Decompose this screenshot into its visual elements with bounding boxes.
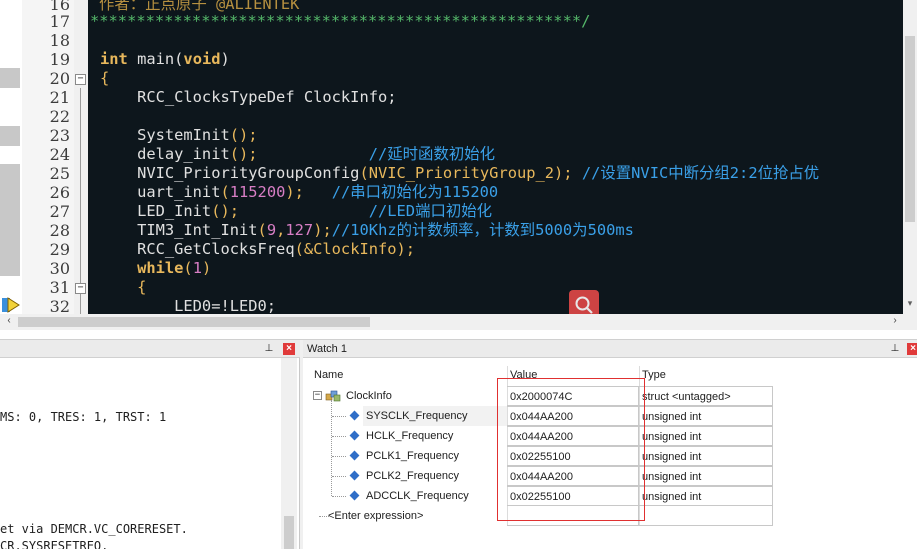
output-line: CR.SYSRESETREQ. [0,539,109,549]
watch-name: ADCCLK_Frequency [366,490,469,502]
tree-guide [332,456,346,457]
watch-name: SYSCLK_Frequency [363,406,507,426]
line-number: 32 [49,297,70,314]
watch-name: HCLK_Frequency [366,430,454,442]
tree-guide [332,496,346,497]
watch-name: PCLK2_Frequency [366,470,459,482]
code-line-21: RCC_ClocksTypeDef ClockInfo; [100,88,397,106]
close-icon[interactable]: × [283,343,295,355]
line-number-gutter: 16 17 18 19 20 21 22 23 24 25 26 27 28 2… [22,0,74,314]
watch-type: unsigned int [639,406,773,426]
watch-type: unsigned int [639,486,773,506]
output-scrollbar[interactable] [281,358,297,549]
code-line-32: LED0=!LED0; [100,297,277,314]
watch-type: struct <untagged> [639,386,773,406]
output-line: et via DEMCR.VC_CORERESET. [0,522,188,536]
fold-gutter [74,0,88,314]
collapse-icon[interactable]: − [313,391,322,400]
margin-marker [0,68,20,88]
code-line-24: delay_init(); //延时函数初始化 [100,145,496,163]
search-icon [575,296,593,314]
scroll-down-icon[interactable]: ▾ [903,298,917,312]
code-line-30: while(1) [100,259,212,277]
line-number: 19 [49,50,70,69]
fold-toggle-icon[interactable]: − [75,74,86,85]
code-line-31: { [100,278,147,296]
line-number: 18 [49,31,70,50]
code-line-19: int main(void) [100,50,230,68]
tree-guide [332,416,346,417]
enter-expression-input[interactable]: <Enter expression> [325,506,507,526]
panel-titlebar: ⊥ × [0,340,300,358]
line-number: 17 [49,12,70,31]
line-number: 23 [49,126,70,145]
scroll-right-icon[interactable]: › [888,315,902,329]
scrollbar-thumb[interactable] [284,516,294,549]
line-number: 20 [49,69,70,88]
panel-titlebar: Watch 1 ⊥ × [303,340,917,358]
code-line-25: NVIC_PriorityGroupConfig(NVIC_PriorityGr… [100,164,820,182]
output-line: MS: 0, TRES: 1, TRST: 1 [0,410,167,424]
line-number: 21 [49,88,70,107]
code-editor[interactable]: 16 17 18 19 20 21 22 23 24 25 26 27 28 2… [0,0,917,314]
code-line-17: ****************************************… [90,12,591,30]
highlight-annotation-box [497,378,645,521]
close-icon[interactable]: × [907,343,917,355]
line-number: 30 [49,259,70,278]
margin-marker [0,164,20,276]
pin-icon[interactable]: ⊥ [263,343,275,355]
scroll-left-icon[interactable]: ‹ [2,315,16,329]
breakpoint-margin[interactable] [0,0,22,314]
fold-guide [80,88,81,314]
watch-type: unsigned int [639,446,773,466]
struct-icon [325,390,341,402]
code-line-26: uart_init(115200); //串口初始化为115200 [100,183,499,201]
editor-vertical-scrollbar[interactable] [903,0,917,314]
code-line-28: TIM3_Int_Init(9,127);//10Khz的计数频率，计数到500… [100,221,634,239]
command-output-panel: ⊥ × MS: 0, TRES: 1, TRST: 1 et via DEMCR… [0,340,300,549]
column-header-type[interactable]: Type [639,366,773,384]
line-number: 22 [49,107,70,126]
line-number: 29 [49,240,70,259]
code-line-23: SystemInit(); [100,126,258,144]
code-line-20: { [100,69,110,87]
line-number: 24 [49,145,70,164]
watch-type: unsigned int [639,426,773,446]
pin-icon[interactable]: ⊥ [889,343,901,355]
panel-splitter[interactable] [0,330,917,340]
code-line-27: LED_Init(); //LED端口初始化 [100,202,493,220]
watch-type: unsigned int [639,466,773,486]
member-icon [349,450,360,461]
watch-name: PCLK1_Frequency [366,450,459,462]
line-number: 26 [49,183,70,202]
line-number: 31 [49,278,70,297]
editor-horizontal-scrollbar[interactable]: ‹ › [0,314,917,330]
watch-title: Watch 1 [307,343,347,355]
member-icon [349,430,360,441]
column-header-name[interactable]: Name [311,366,507,384]
margin-marker [0,126,20,146]
member-icon [349,490,360,501]
scrollbar-thumb[interactable] [905,36,915,222]
fold-toggle-icon[interactable]: − [75,283,86,294]
code-line-29: RCC_GetClocksFreq(&ClockInfo); [100,240,416,258]
line-number: 25 [49,164,70,183]
current-line-arrow-icon [2,297,20,313]
scrollbar-thumb[interactable] [18,317,370,327]
watch-name: ClockInfo [346,390,392,402]
tree-guide [332,436,346,437]
line-number: 28 [49,221,70,240]
member-icon [349,410,360,421]
empty-type-cell [639,506,773,526]
line-number: 27 [49,202,70,221]
search-button[interactable] [569,290,599,314]
tree-guide [332,476,346,477]
code-text-area[interactable]: 作者：正点原子 @ALIENTEK **********************… [88,0,903,314]
member-icon [349,470,360,481]
